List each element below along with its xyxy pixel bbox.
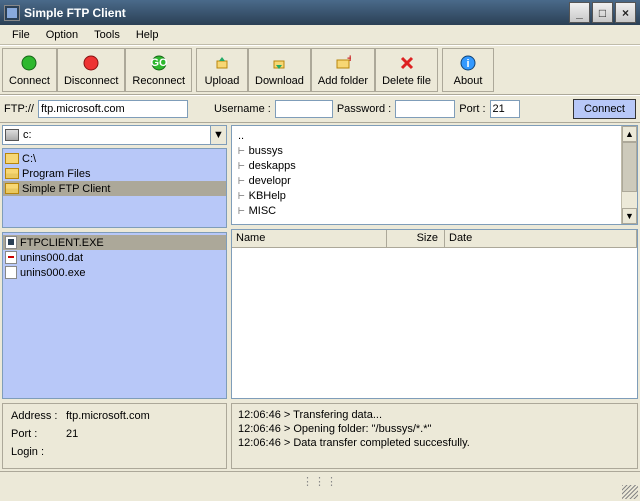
toolbar: Connect Disconnect GOReconnect Upload Do…	[0, 45, 640, 95]
connection-info: Address :ftp.microsoft.com Port :21 Logi…	[2, 403, 227, 469]
connect-submit-button[interactable]: Connect	[573, 99, 636, 119]
app-icon	[4, 5, 20, 21]
close-button[interactable]: ×	[615, 2, 636, 23]
list-item[interactable]: ⊢MISC	[238, 203, 631, 218]
file-icon	[5, 251, 17, 264]
remote-file-list[interactable]: .. ⊢bussys ⊢deskapps ⊢developr ⊢KBHelp ⊢…	[231, 125, 638, 225]
folder-open-icon	[5, 168, 19, 179]
log-line: 12:06:46 > Data transfer completed succe…	[238, 436, 631, 450]
log-panel: 12:06:46 > Transfering data... 12:06:46 …	[231, 403, 638, 469]
status-bar: ⋮⋮⋮	[0, 471, 640, 491]
status-login-label: Login :	[11, 446, 66, 458]
reconnect-button[interactable]: GOReconnect	[125, 48, 192, 92]
delete-icon	[397, 53, 417, 73]
address-bar: FTP:// Username : Password : Port : Conn…	[0, 95, 640, 123]
menu-bar: File Option Tools Help	[0, 25, 640, 45]
ftp-label: FTP://	[4, 103, 34, 115]
scroll-thumb[interactable]	[622, 142, 637, 192]
tree-item[interactable]: C:\	[3, 151, 226, 166]
folder-tree[interactable]: C:\ Program Files Simple FTP Client	[2, 148, 227, 228]
resize-grip[interactable]	[622, 485, 638, 499]
menu-help[interactable]: Help	[128, 27, 167, 43]
drive-select[interactable]: c: ▼	[2, 125, 227, 145]
add-folder-button[interactable]: +Add folder	[311, 48, 375, 92]
list-item[interactable]: ⊢deskapps	[238, 158, 631, 173]
menu-option[interactable]: Option	[38, 27, 86, 43]
svg-text:i: i	[466, 58, 469, 70]
column-name[interactable]: Name	[232, 230, 387, 247]
about-icon: i	[458, 53, 478, 73]
svg-text:+: +	[347, 55, 351, 65]
drive-label: c:	[23, 129, 32, 141]
folder-open-icon	[5, 183, 19, 194]
connect-icon	[19, 53, 39, 73]
status-divider: ⋮⋮⋮	[302, 475, 338, 488]
about-button[interactable]: iAbout	[442, 48, 494, 92]
file-icon	[5, 266, 17, 279]
scrollbar-vertical[interactable]: ▲ ▼	[621, 126, 637, 224]
disconnect-icon	[81, 53, 101, 73]
drive-icon	[5, 129, 19, 141]
username-input[interactable]	[275, 100, 333, 118]
table-body-empty	[232, 248, 637, 398]
port-label: Port :	[459, 103, 485, 115]
file-icon	[5, 236, 17, 249]
disconnect-button[interactable]: Disconnect	[57, 48, 125, 92]
log-line: 12:06:46 > Transfering data...	[238, 408, 631, 422]
table-header: Name Size Date	[232, 230, 637, 248]
log-line: 12:06:46 > Opening folder: "/bussys/*.*"	[238, 422, 631, 436]
chevron-down-icon[interactable]: ▼	[210, 126, 226, 144]
remote-pane: .. ⊢bussys ⊢deskapps ⊢developr ⊢KBHelp ⊢…	[231, 125, 638, 399]
scroll-down-icon[interactable]: ▼	[622, 208, 637, 224]
download-button[interactable]: Download	[248, 48, 311, 92]
ftp-url-input[interactable]	[38, 100, 188, 118]
connect-button[interactable]: Connect	[2, 48, 57, 92]
status-port-label: Port :	[11, 428, 66, 440]
local-file-list[interactable]: FTPCLIENT.EXE unins000.dat unins000.exe	[2, 232, 227, 399]
list-item-selected[interactable]: FTPCLIENT.EXE	[3, 235, 226, 250]
remote-details: Name Size Date	[231, 229, 638, 399]
tree-item-selected[interactable]: Simple FTP Client	[3, 181, 226, 196]
scroll-up-icon[interactable]: ▲	[622, 126, 637, 142]
list-item[interactable]: ⊢developr	[238, 173, 631, 188]
folder-icon	[5, 153, 19, 164]
reconnect-icon: GO	[149, 53, 169, 73]
download-icon	[269, 53, 289, 73]
menu-tools[interactable]: Tools	[86, 27, 128, 43]
password-input[interactable]	[395, 100, 455, 118]
status-address-value: ftp.microsoft.com	[66, 410, 150, 422]
status-port-value: 21	[66, 428, 78, 440]
port-input[interactable]	[490, 100, 520, 118]
tree-item[interactable]: Program Files	[3, 166, 226, 181]
username-label: Username :	[214, 103, 271, 115]
list-item[interactable]: unins000.dat	[3, 250, 226, 265]
upload-icon	[212, 53, 232, 73]
window-title: Simple FTP Client	[24, 6, 567, 20]
column-size[interactable]: Size	[387, 230, 445, 247]
main-area: c: ▼ C:\ Program Files Simple FTP Client…	[0, 123, 640, 401]
add-folder-icon: +	[333, 53, 353, 73]
list-item[interactable]: ..	[238, 128, 631, 143]
list-item[interactable]: unins000.exe	[3, 265, 226, 280]
status-row: Address :ftp.microsoft.com Port :21 Logi…	[0, 401, 640, 471]
local-pane: c: ▼ C:\ Program Files Simple FTP Client…	[2, 125, 227, 399]
status-address-label: Address :	[11, 410, 66, 422]
svg-text:GO: GO	[151, 57, 167, 69]
list-item[interactable]: ⊢KBHelp	[238, 188, 631, 203]
maximize-button[interactable]: □	[592, 2, 613, 23]
minimize-button[interactable]: _	[569, 2, 590, 23]
title-bar: Simple FTP Client _ □ ×	[0, 0, 640, 25]
upload-button[interactable]: Upload	[196, 48, 248, 92]
column-date[interactable]: Date	[445, 230, 637, 247]
list-item[interactable]: ⊢bussys	[238, 143, 631, 158]
password-label: Password :	[337, 103, 391, 115]
menu-file[interactable]: File	[4, 27, 38, 43]
delete-file-button[interactable]: Delete file	[375, 48, 438, 92]
